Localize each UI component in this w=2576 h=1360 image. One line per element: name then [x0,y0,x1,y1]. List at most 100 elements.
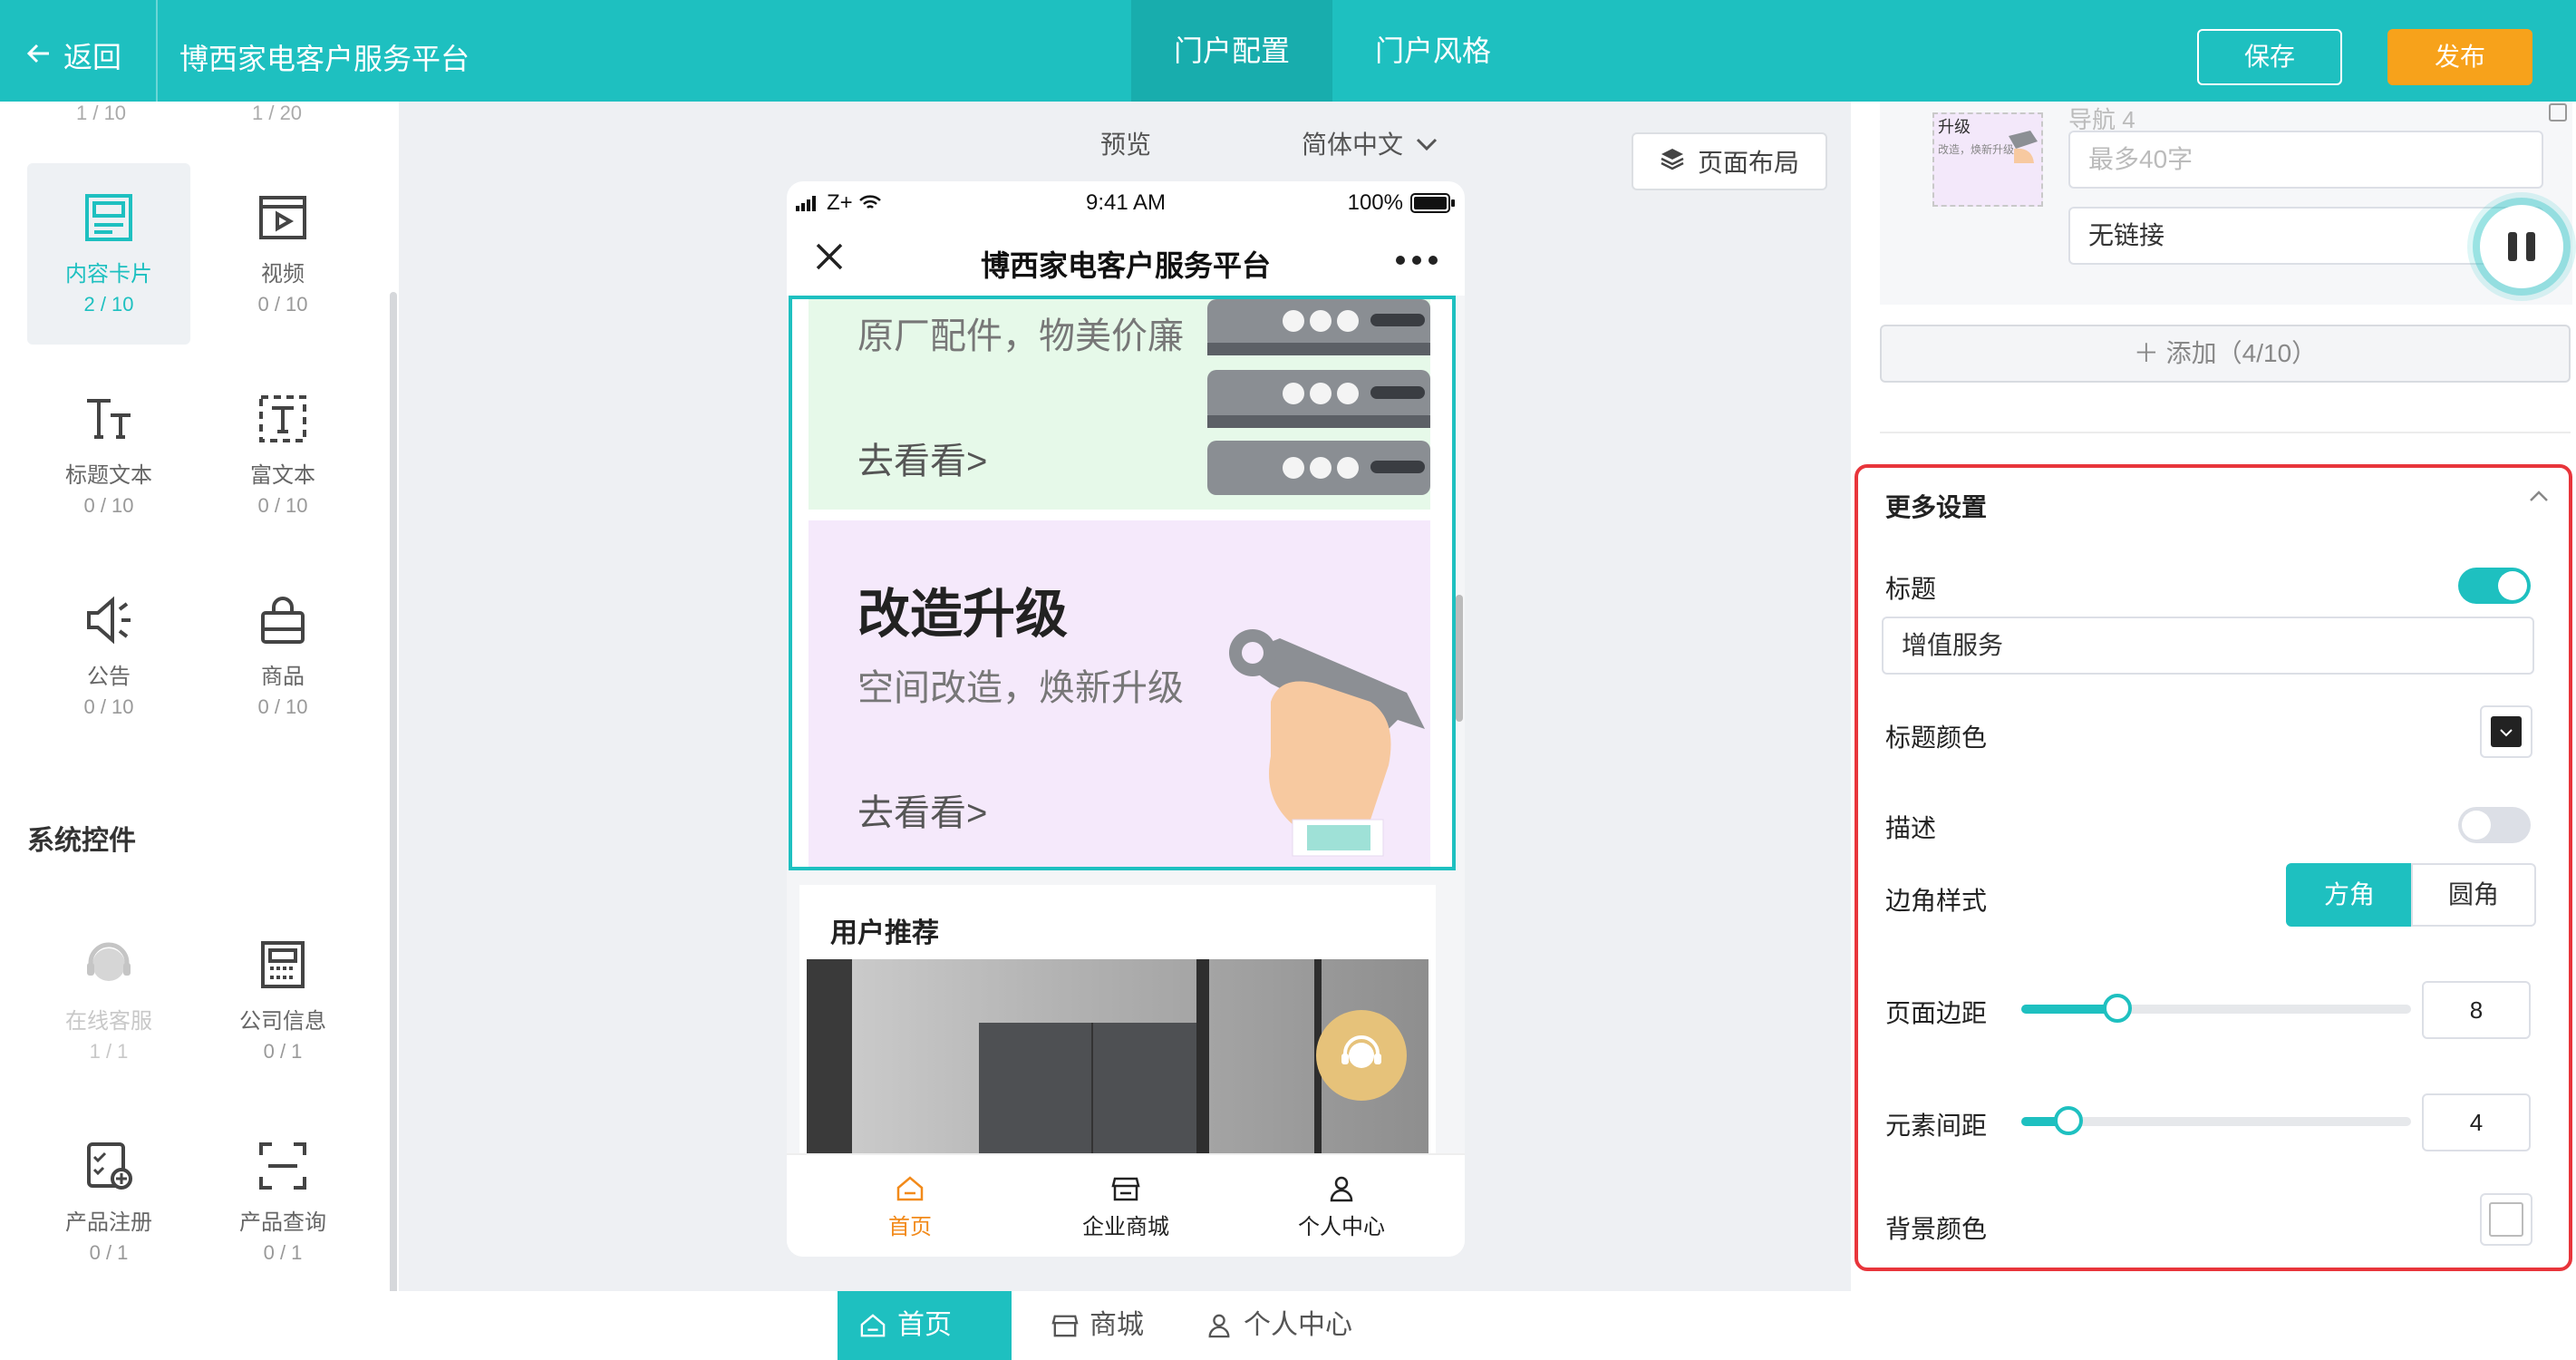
bottom-tab-mall[interactable]: 商城 [1030,1291,1166,1360]
component-count: 1 / 1 [89,1040,129,1063]
component-product-register[interactable]: 产品注册 0 / 1 [27,1112,190,1293]
content-card-item[interactable]: 改造升级 空间改造，焕新升级 去看看> [809,520,1430,867]
color-fill [2489,1202,2523,1237]
title-toggle[interactable] [2458,568,2531,604]
description-toggle[interactable] [2458,807,2531,843]
component-count: 0 / 10 [257,494,308,517]
recommend-title: 用户推荐 [830,918,939,948]
page-layout-label: 页面布局 [1697,149,1799,177]
bottom-tab-home[interactable]: 首页 [838,1291,1012,1360]
phone-scrollbar[interactable] [1456,595,1463,722]
component-title-text[interactable]: 标题文本 0 / 10 [27,364,190,546]
component-count: 0 / 10 [257,695,308,718]
bottom-tab-profile[interactable]: 个人中心 [1184,1291,1374,1360]
layers-icon [1660,146,1685,178]
thumbnail-subtitle: 改造，焕新升级 [1938,143,2015,156]
more-icon[interactable] [1396,256,1438,265]
chevron-up-icon[interactable] [2529,490,2549,507]
component-announcement[interactable]: 公告 0 / 10 [27,566,190,747]
left-scrollbar[interactable] [390,292,397,1360]
phone-preview: Z+ 9:41 AM 100% 博西家电客户服务平台 原厂配件，物美价廉 去看看… [787,181,1465,1257]
phone-content: 原厂配件，物美价廉 去看看> 改造升级 空间改造，焕新升级 去看看> 用户推荐 [787,296,1465,1153]
card-subtitle: 空间改造，焕新升级 [857,668,1184,708]
online-service-float-button[interactable] [1316,1010,1407,1101]
speaker-icon [82,593,136,647]
tab-home[interactable]: 首页 [828,1175,992,1240]
recommend-block[interactable]: 用户推荐 [799,885,1436,1153]
save-button[interactable]: 保存 [2197,29,2342,85]
content-card-item[interactable]: 原厂配件，物美价廉 去看看> [809,299,1430,510]
page-margin-slider[interactable] [2021,994,2411,1023]
component-company-info[interactable]: 公司信息 0 / 1 [201,910,364,1092]
card-link[interactable]: 去看看> [857,432,987,484]
content-card-block[interactable]: 原厂配件，物美价廉 去看看> 改造升级 空间改造，焕新升级 去看看> [789,296,1456,870]
nav-link-select[interactable]: 无链接 [2068,207,2543,265]
page-margin-label: 页面边距 [1885,999,1988,1027]
component-product-query[interactable]: 产品查询 0 / 1 [201,1112,364,1293]
video-icon [256,190,310,245]
language-select[interactable]: 简体中文 [1302,125,1438,161]
wrench-icon [2009,131,2038,163]
app-title: 博西家电客户服务平台 [179,43,470,75]
component-content-card[interactable]: 内容卡片 2 / 10 [27,163,190,345]
phone-navbar: 博西家电客户服务平台 [787,223,1465,296]
tab-portal-config[interactable]: 门户配置 [1131,0,1332,102]
component-label: 产品查询 [239,1210,326,1235]
component-label: 公告 [87,665,131,689]
background-color-picker[interactable] [2480,1193,2532,1246]
slider-knob[interactable] [2103,994,2132,1023]
tab-profile[interactable]: 个人中心 [1260,1175,1423,1240]
battery-indicator: 100% [1348,190,1456,216]
page-margin-input[interactable]: 8 [2422,981,2531,1039]
divider [1880,432,2571,433]
component-video[interactable]: 视频 0 / 10 [201,163,364,345]
user-icon [1208,1314,1230,1338]
server-stack-icon [1207,299,1430,495]
headset-icon [1341,1035,1381,1068]
add-nav-item-button[interactable]: ＋ 添加（4/10） [1880,325,2571,383]
settings-panel: 升级 改造，焕新升级 导航 4 最多40字 无链接 ＋ 添加（4/10） 更多设… [1851,102,2576,1291]
element-spacing-input[interactable]: 4 [2422,1093,2531,1151]
corner-square-option[interactable]: 方角 [2286,863,2413,927]
chevron-down-icon [1416,129,1438,158]
tab-portal-style[interactable]: 门户风格 [1332,0,1534,102]
nav-item-thumbnail[interactable]: 升级 改造，焕新升级 [1932,112,2043,207]
component-label: 富文本 [250,463,315,488]
title-color-picker[interactable] [2480,705,2532,758]
component-label: 商品 [261,665,305,689]
corner-round-option[interactable]: 圆角 [2411,863,2536,927]
phone-title: 博西家电客户服务平台 [980,249,1271,282]
card-link[interactable]: 去看看> [857,783,987,836]
battery-percent: 100% [1347,190,1403,215]
pause-recording-button[interactable] [2480,205,2563,288]
component-online-service[interactable]: 在线客服 1 / 1 [27,910,190,1092]
more-settings-section: 更多设置 标题 增值服务 标题颜色 描述 边角样式 方角 圆角 页面边距 8 元… [1855,464,2572,1271]
preview-label: 预览 [1100,131,1152,159]
component-count: 0 / 1 [89,1241,129,1264]
top-bar: 返回 博西家电客户服务平台 门户配置 门户风格 保存 发布 [0,0,2576,102]
slider-knob[interactable] [2054,1106,2083,1135]
component-label: 公司信息 [239,1009,326,1034]
component-rich-text[interactable]: 富文本 0 / 10 [201,364,364,546]
background-color-label: 背景颜色 [1885,1215,1988,1243]
headset-icon [82,937,136,992]
store-icon [1051,1315,1079,1337]
title-text-icon [82,392,136,446]
bottom-nav: 首页 商城 个人中心 [0,1291,2576,1360]
component-label: 产品注册 [65,1210,152,1235]
component-label: 标题文本 [65,463,152,488]
arrow-left-icon [26,39,51,73]
home-icon [860,1314,886,1337]
nav-title-input[interactable]: 最多40字 [2068,131,2543,189]
bottom-tab-label: 商城 [1089,1310,1144,1340]
title-label: 标题 [1885,575,1937,603]
tab-mall[interactable]: 企业商城 [1044,1175,1207,1240]
component-product[interactable]: 商品 0 / 10 [201,566,364,747]
back-button[interactable]: 返回 [26,34,121,76]
page-layout-button[interactable]: 页面布局 [1632,132,1827,190]
title-input[interactable]: 增值服务 [1882,617,2534,675]
battery-icon [1410,193,1455,213]
element-spacing-slider[interactable] [2021,1106,2411,1135]
delete-icon[interactable] [2549,103,2567,121]
publish-button[interactable]: 发布 [2387,29,2532,85]
